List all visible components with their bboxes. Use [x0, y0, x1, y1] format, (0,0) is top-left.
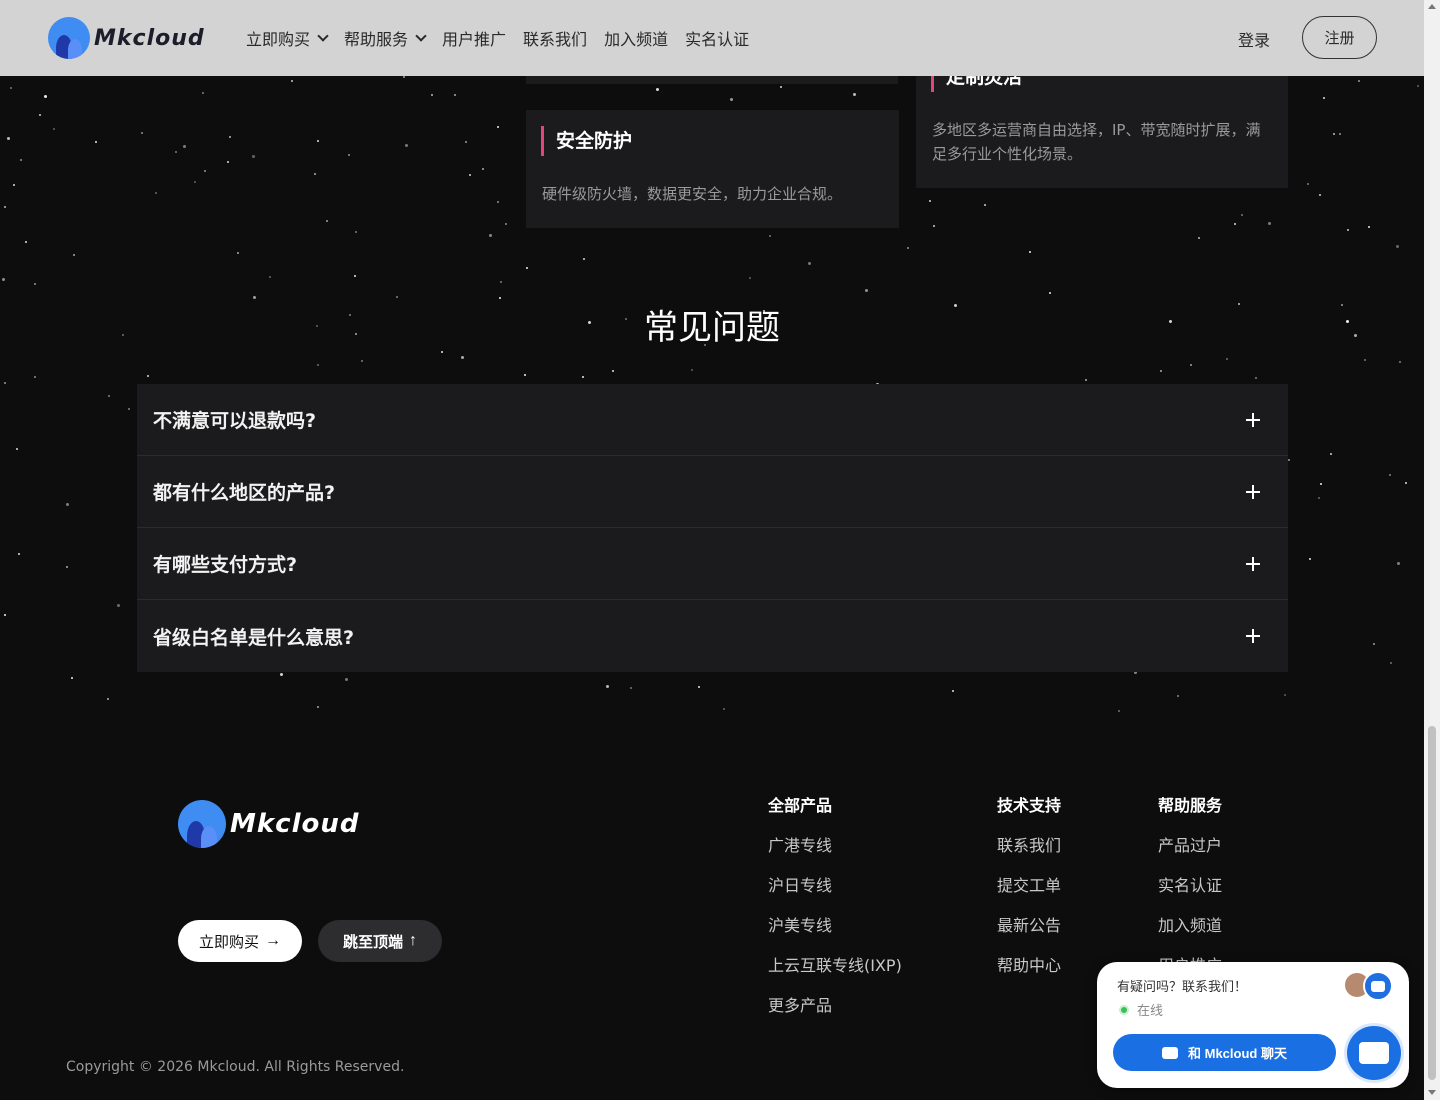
buy-now-button[interactable]: 立即购买 → — [178, 920, 302, 962]
scroll-thumb[interactable] — [1428, 726, 1436, 1080]
arrow-right-icon: → — [265, 932, 281, 949]
page-scrollbar[interactable] — [1424, 0, 1440, 1100]
feature-title: 安全防护 — [541, 126, 632, 156]
footer-link[interactable]: 帮助中心 — [997, 952, 1061, 975]
online-dot-icon — [1119, 1004, 1129, 1015]
header-logo[interactable]: Mkcloud — [48, 17, 205, 59]
chat-launcher-button[interactable] — [1347, 1026, 1401, 1080]
chat-bubble-icon — [1363, 971, 1393, 1001]
nav-item-contact[interactable]: 联系我们 — [523, 26, 587, 50]
feature-desc: 多地区多运营商自由选择，IP、带宽随时扩展，满足多行业个性化场景。 — [932, 121, 1261, 163]
nav-item-promotion[interactable]: 用户推广 — [442, 26, 506, 50]
footer-link[interactable]: 加入频道 — [1158, 912, 1222, 935]
feature-card-security: 安全防护 硬件级防火墙，数据更安全，助力企业合规。 — [526, 110, 899, 228]
feature-card-previous — [526, 76, 898, 84]
mkcloud-logo-icon — [178, 800, 226, 848]
footer-link[interactable]: 实名认证 — [1158, 872, 1222, 895]
faq-item[interactable]: 都有什么地区的产品? — [137, 456, 1288, 528]
scroll-up-icon[interactable] — [1428, 4, 1436, 9]
faq-title: 常见问题 — [644, 308, 780, 348]
feature-card-flexible: 定制灵活 多地区多运营商自由选择，IP、带宽随时扩展，满足多行业个性化场景。 — [916, 76, 1288, 188]
chevron-down-icon — [415, 30, 427, 42]
footer-column-head: 帮助服务 — [1158, 796, 1223, 815]
faq-list: 不满意可以退款吗? 都有什么地区的产品? 有哪些支付方式? 省级白名单是什么意思… — [137, 384, 1288, 672]
footer-link[interactable]: 最新公告 — [997, 912, 1061, 935]
chevron-down-icon — [317, 30, 329, 42]
feature-desc: 硬件级防火墙，数据更安全，助力企业合规。 — [542, 185, 843, 203]
scroll-down-icon[interactable] — [1428, 1090, 1436, 1095]
plus-icon — [1246, 629, 1260, 643]
brand-name: Mkcloud — [94, 25, 205, 51]
chat-status: 在线 — [1119, 1000, 1163, 1019]
faq-item[interactable]: 有哪些支付方式? — [137, 528, 1288, 600]
plus-icon — [1246, 484, 1260, 499]
plus-icon — [1246, 556, 1260, 571]
plus-icon — [1246, 412, 1260, 427]
footer-logo[interactable]: Mkcloud — [178, 800, 359, 848]
main-nav: 立即购买 帮助服务 用户推广 联系我们 加入频道 实名认证 — [246, 0, 766, 76]
faq-question: 都有什么地区的产品? — [153, 482, 336, 504]
faq-question: 不满意可以退款吗? — [153, 410, 317, 432]
feature-title: 定制灵活 — [931, 76, 1022, 92]
chat-bubble-icon — [1359, 1042, 1389, 1064]
arrow-up-icon: ↑ — [409, 932, 417, 949]
message-icon — [1162, 1046, 1179, 1059]
footer-column-products: 全部产品 广港专线 沪日专线 沪美专线 上云互联专线(IXP) 更多产品 — [768, 792, 902, 1032]
nav-item-buy[interactable]: 立即购买 — [246, 26, 329, 50]
footer-link[interactable]: 广港专线 — [768, 832, 902, 855]
faq-question: 省级白名单是什么意思? — [153, 626, 355, 649]
chat-question: 有疑问吗？联系我们！ — [1117, 980, 1248, 995]
login-link[interactable]: 登录 — [1238, 27, 1270, 51]
footer-link[interactable]: 产品过户 — [1158, 832, 1222, 855]
mkcloud-logo-icon — [48, 17, 90, 59]
footer-link[interactable]: 联系我们 — [997, 832, 1061, 855]
footer-link[interactable]: 提交工单 — [997, 872, 1061, 895]
back-to-top-button[interactable]: 跳至顶端 ↑ — [318, 920, 442, 962]
footer-column-head: 技术支持 — [997, 796, 1062, 815]
start-chat-button[interactable]: 和 Mkcloud 聊天 — [1113, 1034, 1336, 1071]
faq-item[interactable]: 不满意可以退款吗? — [137, 384, 1288, 456]
nav-item-help[interactable]: 帮助服务 — [344, 26, 427, 50]
footer-link[interactable]: 沪美专线 — [768, 912, 902, 935]
faq-question: 有哪些支付方式? — [153, 554, 298, 576]
footer-column-support: 技术支持 联系我们 提交工单 最新公告 帮助中心 — [997, 792, 1061, 992]
footer-column-head: 全部产品 — [768, 796, 833, 815]
brand-name: Mkcloud — [230, 809, 360, 839]
faq-item[interactable]: 省级白名单是什么意思? — [137, 600, 1288, 672]
copyright-text: Copyright © 2026 Mkcloud. All Rights Res… — [66, 1059, 405, 1075]
register-button[interactable]: 注册 — [1302, 16, 1377, 59]
top-header: Mkcloud 立即购买 帮助服务 用户推广 联系我们 加入频道 实名认证 登录… — [0, 0, 1424, 76]
nav-item-verify[interactable]: 实名认证 — [685, 26, 749, 50]
nav-item-channel[interactable]: 加入频道 — [604, 26, 668, 50]
footer-link[interactable]: 沪日专线 — [768, 872, 902, 895]
footer-link[interactable]: 上云互联专线(IXP) — [768, 952, 902, 975]
footer-link[interactable]: 更多产品 — [768, 992, 902, 1015]
chat-widget: 有疑问吗？联系我们！ 在线 和 Mkcloud 聊天 — [1097, 962, 1409, 1088]
